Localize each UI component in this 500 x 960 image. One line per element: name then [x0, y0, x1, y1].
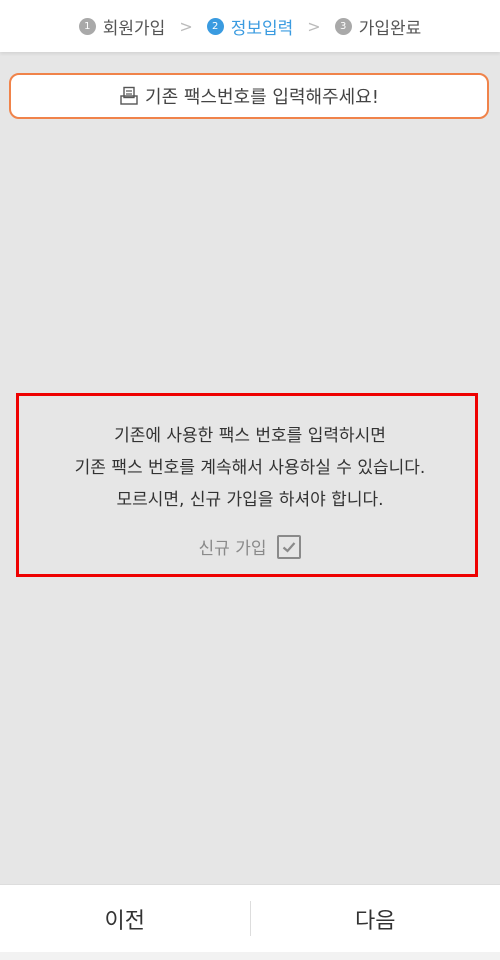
step-label-info-input: 정보입력 [230, 18, 294, 39]
new-join-option[interactable]: 신규 가입 [0, 534, 500, 559]
next-button[interactable]: 다음 [251, 885, 500, 952]
step-number-2: 2 [206, 17, 224, 35]
checkmark-icon [283, 541, 296, 553]
step-number-1: 1 [78, 17, 96, 35]
step-indicator: 1 회원가입 > 2 정보입력 > 3 가입완료 [0, 0, 500, 52]
info-message: 기존에 사용한 팩스 번호를 입력하시면 기존 팩스 번호를 계속해서 사용하실… [0, 420, 500, 516]
fax-number-input-prompt[interactable]: 기존 팩스번호를 입력해주세요! [9, 73, 489, 119]
new-join-label: 신규 가입 [198, 539, 267, 559]
step-label-complete: 가입완료 [358, 18, 422, 39]
info-line-3: 모르시면, 신규 가입을 하셔야 합니다. [116, 490, 384, 510]
step-info-input: 2 정보입력 [206, 14, 294, 39]
info-line-2: 기존 팩스 번호를 계속해서 사용하실 수 있습니다. [74, 458, 426, 478]
step-complete: 3 가입완료 [334, 14, 422, 39]
step-number-3: 3 [334, 17, 352, 35]
bottom-strip [0, 952, 500, 960]
bottom-nav: 이전 다음 [0, 884, 500, 952]
fax-document-icon [120, 86, 138, 105]
chevron-right-icon: > [307, 16, 321, 36]
info-line-1: 기존에 사용한 팩스 번호를 입력하시면 [114, 426, 386, 446]
notice-text: 기존 팩스번호를 입력해주세요! [145, 87, 379, 108]
new-join-checkbox[interactable] [277, 534, 302, 559]
step-signup: 1 회원가입 [78, 14, 166, 39]
chevron-right-icon: > [179, 16, 193, 36]
step-label-signup: 회원가입 [102, 18, 166, 39]
prev-button[interactable]: 이전 [0, 885, 250, 952]
